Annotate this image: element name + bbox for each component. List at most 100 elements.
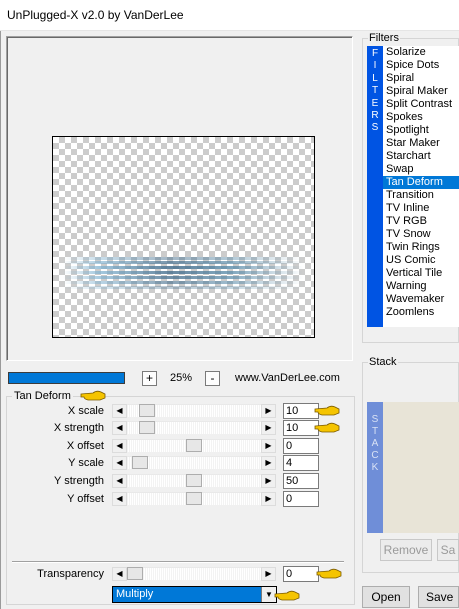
hand-pointer-icon [316, 568, 342, 579]
param-label: Y scale [68, 457, 104, 469]
filter-item[interactable]: TV RGB [383, 215, 459, 228]
filter-item[interactable]: Swap [383, 163, 459, 176]
stack-side-label: STACK [367, 402, 383, 533]
param-slider[interactable] [127, 474, 261, 487]
zoom-in-button[interactable]: + [142, 371, 157, 386]
hand-pointer-icon [80, 390, 106, 401]
param-slider[interactable] [127, 439, 261, 452]
param-decrease-button[interactable]: ◀ [112, 421, 127, 435]
filter-item[interactable]: Starchart [383, 150, 459, 163]
blend-mode-value: Multiply [116, 588, 154, 600]
filter-item[interactable]: Spokes [383, 111, 459, 124]
slider-thumb[interactable] [186, 492, 202, 505]
window-title: UnPlugged-X v2.0 by VanDerLee [7, 8, 184, 22]
zoom-level: 25% [170, 372, 193, 384]
right-arrow-icon: ▶ [265, 476, 272, 485]
param-value-input[interactable]: 50 [283, 473, 319, 489]
left-arrow-icon: ◀ [116, 441, 123, 450]
filter-item[interactable]: TV Snow [383, 228, 459, 241]
right-arrow-icon: ▶ [265, 458, 272, 467]
preview-streak [63, 286, 303, 289]
filter-item[interactable]: Vertical Tile [383, 267, 459, 280]
left-arrow-icon: ◀ [116, 423, 123, 432]
filter-item[interactable]: Split Contrast [383, 98, 459, 111]
left-arrow-icon: ◀ [116, 458, 123, 467]
save-button[interactable]: Save [418, 586, 459, 608]
left-arrow-icon: ◀ [116, 569, 123, 578]
filter-item[interactable]: TV Inline [383, 202, 459, 215]
preview-canvas[interactable] [52, 136, 315, 338]
transparency-label: Transparency [37, 568, 104, 580]
param-label: X offset [66, 440, 104, 452]
stack-save-button[interactable]: Sa [437, 539, 459, 561]
open-button[interactable]: Open [362, 586, 410, 608]
filter-item[interactable]: US Comic [383, 254, 459, 267]
right-arrow-icon: ▶ [265, 406, 272, 415]
param-decrease-button[interactable]: ◀ [112, 404, 127, 418]
param-increase-button[interactable]: ▶ [261, 421, 276, 435]
left-arrow-icon: ◀ [116, 476, 123, 485]
transparency-decrease-button[interactable]: ◀ [112, 567, 127, 581]
slider-thumb[interactable] [186, 474, 202, 487]
transparency-increase-button[interactable]: ▶ [261, 567, 276, 581]
slider-thumb[interactable] [132, 456, 148, 469]
param-slider[interactable] [127, 404, 261, 417]
filter-item[interactable]: Tan Deform [383, 176, 459, 189]
website-link[interactable]: www.VanDerLee.com [235, 372, 340, 384]
param-value-input[interactable]: 0 [283, 491, 319, 507]
param-increase-button[interactable]: ▶ [261, 474, 276, 488]
filter-item[interactable]: Transition [383, 189, 459, 202]
param-decrease-button[interactable]: ◀ [112, 474, 127, 488]
transparency-slider[interactable] [127, 567, 261, 580]
param-value-input[interactable]: 0 [283, 438, 319, 454]
slider-thumb[interactable] [139, 404, 155, 417]
param-increase-button[interactable]: ▶ [261, 404, 276, 418]
left-arrow-icon: ◀ [116, 494, 123, 503]
preview-streak [63, 281, 303, 284]
preview-streak [63, 271, 303, 274]
blend-mode-select[interactable]: Multiply ▼ [112, 586, 277, 603]
filter-item[interactable]: Solarize [383, 46, 459, 59]
param-decrease-button[interactable]: ◀ [112, 439, 127, 453]
filter-item[interactable]: Zoomlens [383, 306, 459, 319]
right-arrow-icon: ▶ [265, 441, 272, 450]
param-slider[interactable] [127, 492, 261, 505]
param-decrease-button[interactable]: ◀ [112, 492, 127, 506]
stack-list[interactable] [383, 402, 459, 533]
param-increase-button[interactable]: ▶ [261, 439, 276, 453]
right-arrow-icon: ▶ [265, 494, 272, 503]
filter-item[interactable]: Spice Dots [383, 59, 459, 72]
param-increase-button[interactable]: ▶ [261, 456, 276, 470]
filters-side-label: FILTERS [367, 46, 383, 327]
param-decrease-button[interactable]: ◀ [112, 456, 127, 470]
slider-thumb[interactable] [127, 567, 143, 580]
filter-item[interactable]: Spotlight [383, 124, 459, 137]
preview-streak [63, 261, 303, 264]
divider [12, 561, 344, 563]
param-slider[interactable] [127, 421, 261, 434]
slider-thumb[interactable] [139, 421, 155, 434]
hand-pointer-icon [314, 422, 340, 433]
param-label: Y strength [54, 475, 104, 487]
hand-pointer-icon [274, 590, 300, 601]
hand-pointer-icon [314, 405, 340, 416]
zoom-out-button[interactable]: - [205, 371, 220, 386]
preview-streak [63, 266, 303, 269]
filter-item[interactable]: Star Maker [383, 137, 459, 150]
filter-item[interactable]: Warning [383, 280, 459, 293]
left-arrow-icon: ◀ [116, 406, 123, 415]
filter-item[interactable]: Twin Rings [383, 241, 459, 254]
filters-title: Filters [368, 32, 400, 44]
transparency-input[interactable]: 0 [283, 566, 319, 582]
param-increase-button[interactable]: ▶ [261, 492, 276, 506]
remove-button[interactable]: Remove [380, 539, 432, 561]
right-arrow-icon: ▶ [265, 423, 272, 432]
group-title: Tan Deform [12, 390, 73, 402]
filter-item[interactable]: Wavemaker [383, 293, 459, 306]
filter-item[interactable]: Spiral Maker [383, 85, 459, 98]
param-slider[interactable] [127, 456, 261, 469]
filter-list[interactable]: Solarize Spice Dots Spiral Spiral Maker Spli… [383, 46, 459, 327]
param-value-input[interactable]: 4 [283, 455, 319, 471]
slider-thumb[interactable] [186, 439, 202, 452]
filter-item[interactable]: Spiral [383, 72, 459, 85]
